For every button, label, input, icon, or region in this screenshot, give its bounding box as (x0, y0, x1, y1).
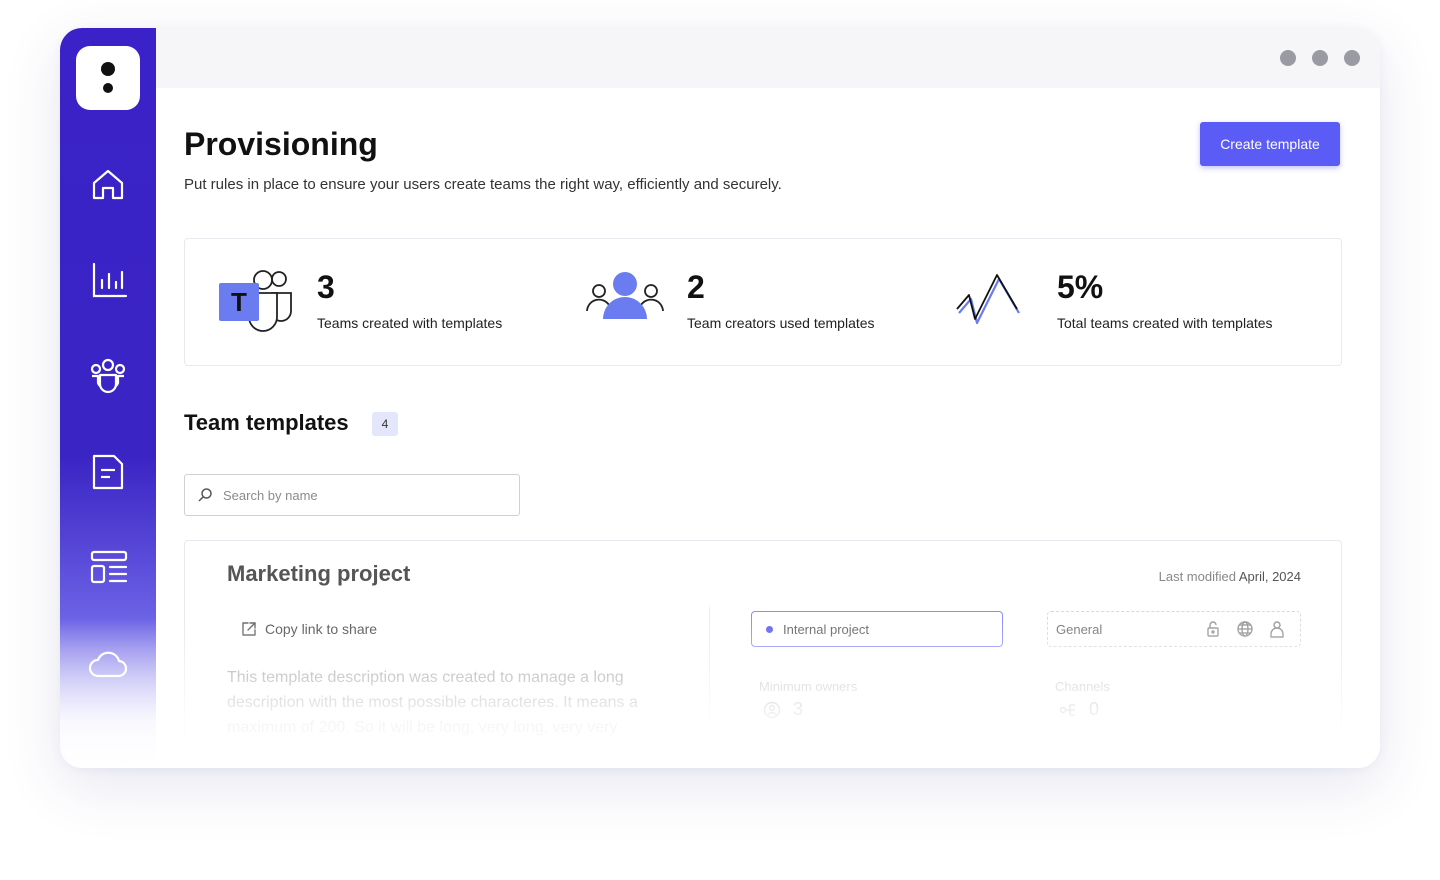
channels-icon (1059, 703, 1075, 716)
min-owners-value: 3 (763, 699, 803, 720)
last-modified-date: April, 2024 (1238, 569, 1301, 584)
template-card[interactable]: Marketing project Last modified April, 2… (184, 540, 1342, 768)
templates-icon[interactable] (88, 548, 128, 588)
owner-icon (763, 701, 781, 718)
svg-text:T: T (231, 287, 247, 317)
people-group-icon (585, 265, 665, 335)
page-title: Provisioning (184, 126, 378, 162)
template-description: This template description was created to… (227, 669, 638, 736)
stat-value: 2 (687, 269, 705, 305)
page-subtitle: Put rules in place to ensure your users … (184, 176, 782, 193)
tag-internal-project[interactable]: Internal project (751, 611, 1003, 647)
microsoft-teams-icon: T (215, 265, 295, 335)
user-icon (1270, 621, 1284, 638)
main-content: Provisioning Put rules in place to ensur… (156, 88, 1380, 768)
search-input[interactable] (221, 486, 505, 504)
stat-team-creators: 2 Team creators used templates (555, 239, 915, 365)
count-badge: 4 (372, 412, 398, 436)
template-title: Marketing project (227, 561, 411, 586)
sidebar (60, 28, 156, 768)
stat-value: 5% (1057, 269, 1104, 305)
globe-icon (1237, 621, 1253, 637)
search-icon (198, 488, 212, 502)
create-template-button[interactable]: Create template (1200, 122, 1340, 166)
stat-label: Team creators used templates (687, 315, 875, 331)
channels-value: 0 (1059, 699, 1099, 720)
cloud-icon[interactable] (88, 644, 128, 684)
trend-line-icon (955, 265, 1035, 335)
window-control-dot[interactable] (1312, 50, 1328, 66)
window-control-dot[interactable] (1280, 50, 1296, 66)
stat-total-teams: 5% Total teams created with templates (925, 239, 1285, 365)
last-modified: Last modified April, 2024 (1159, 569, 1301, 584)
channels-number: 0 (1089, 699, 1100, 719)
window-titlebar (156, 28, 1380, 88)
stat-teams-created: T 3 Teams created with templates (185, 239, 545, 365)
min-owners-number: 3 (793, 699, 804, 719)
stat-label: Total teams created with templates (1057, 315, 1273, 331)
section-title: Team templates (184, 410, 349, 435)
channels-label: Channels (1055, 679, 1110, 694)
window-control-dot[interactable] (1344, 50, 1360, 66)
min-owners-label: Minimum owners (759, 679, 858, 694)
copy-link-button[interactable]: Copy link to share (241, 621, 377, 637)
tag-general[interactable]: General (1047, 611, 1301, 647)
search-field[interactable] (184, 474, 520, 516)
tag-label: General (1056, 621, 1103, 637)
analytics-icon[interactable] (88, 260, 128, 300)
window-controls (1280, 50, 1360, 66)
stats-panel: T 3 Teams created with templates 2 Team … (184, 238, 1342, 366)
tag-label: Internal project (783, 621, 869, 637)
stat-value: 3 (317, 269, 335, 305)
logo-dot (101, 62, 115, 76)
app-logo[interactable] (76, 46, 140, 110)
status-dot (766, 625, 773, 633)
document-icon[interactable] (88, 452, 128, 492)
external-link-icon (242, 622, 256, 636)
divider (709, 607, 710, 737)
home-icon[interactable] (88, 164, 128, 204)
logo-dot (103, 83, 113, 93)
app-window: Provisioning Put rules in place to ensur… (60, 28, 1380, 768)
lock-icon (1207, 621, 1219, 637)
copy-link-label: Copy link to share (265, 621, 378, 637)
teams-icon[interactable] (88, 356, 128, 396)
last-modified-label: Last modified (1158, 569, 1236, 584)
stat-label: Teams created with templates (317, 315, 503, 331)
